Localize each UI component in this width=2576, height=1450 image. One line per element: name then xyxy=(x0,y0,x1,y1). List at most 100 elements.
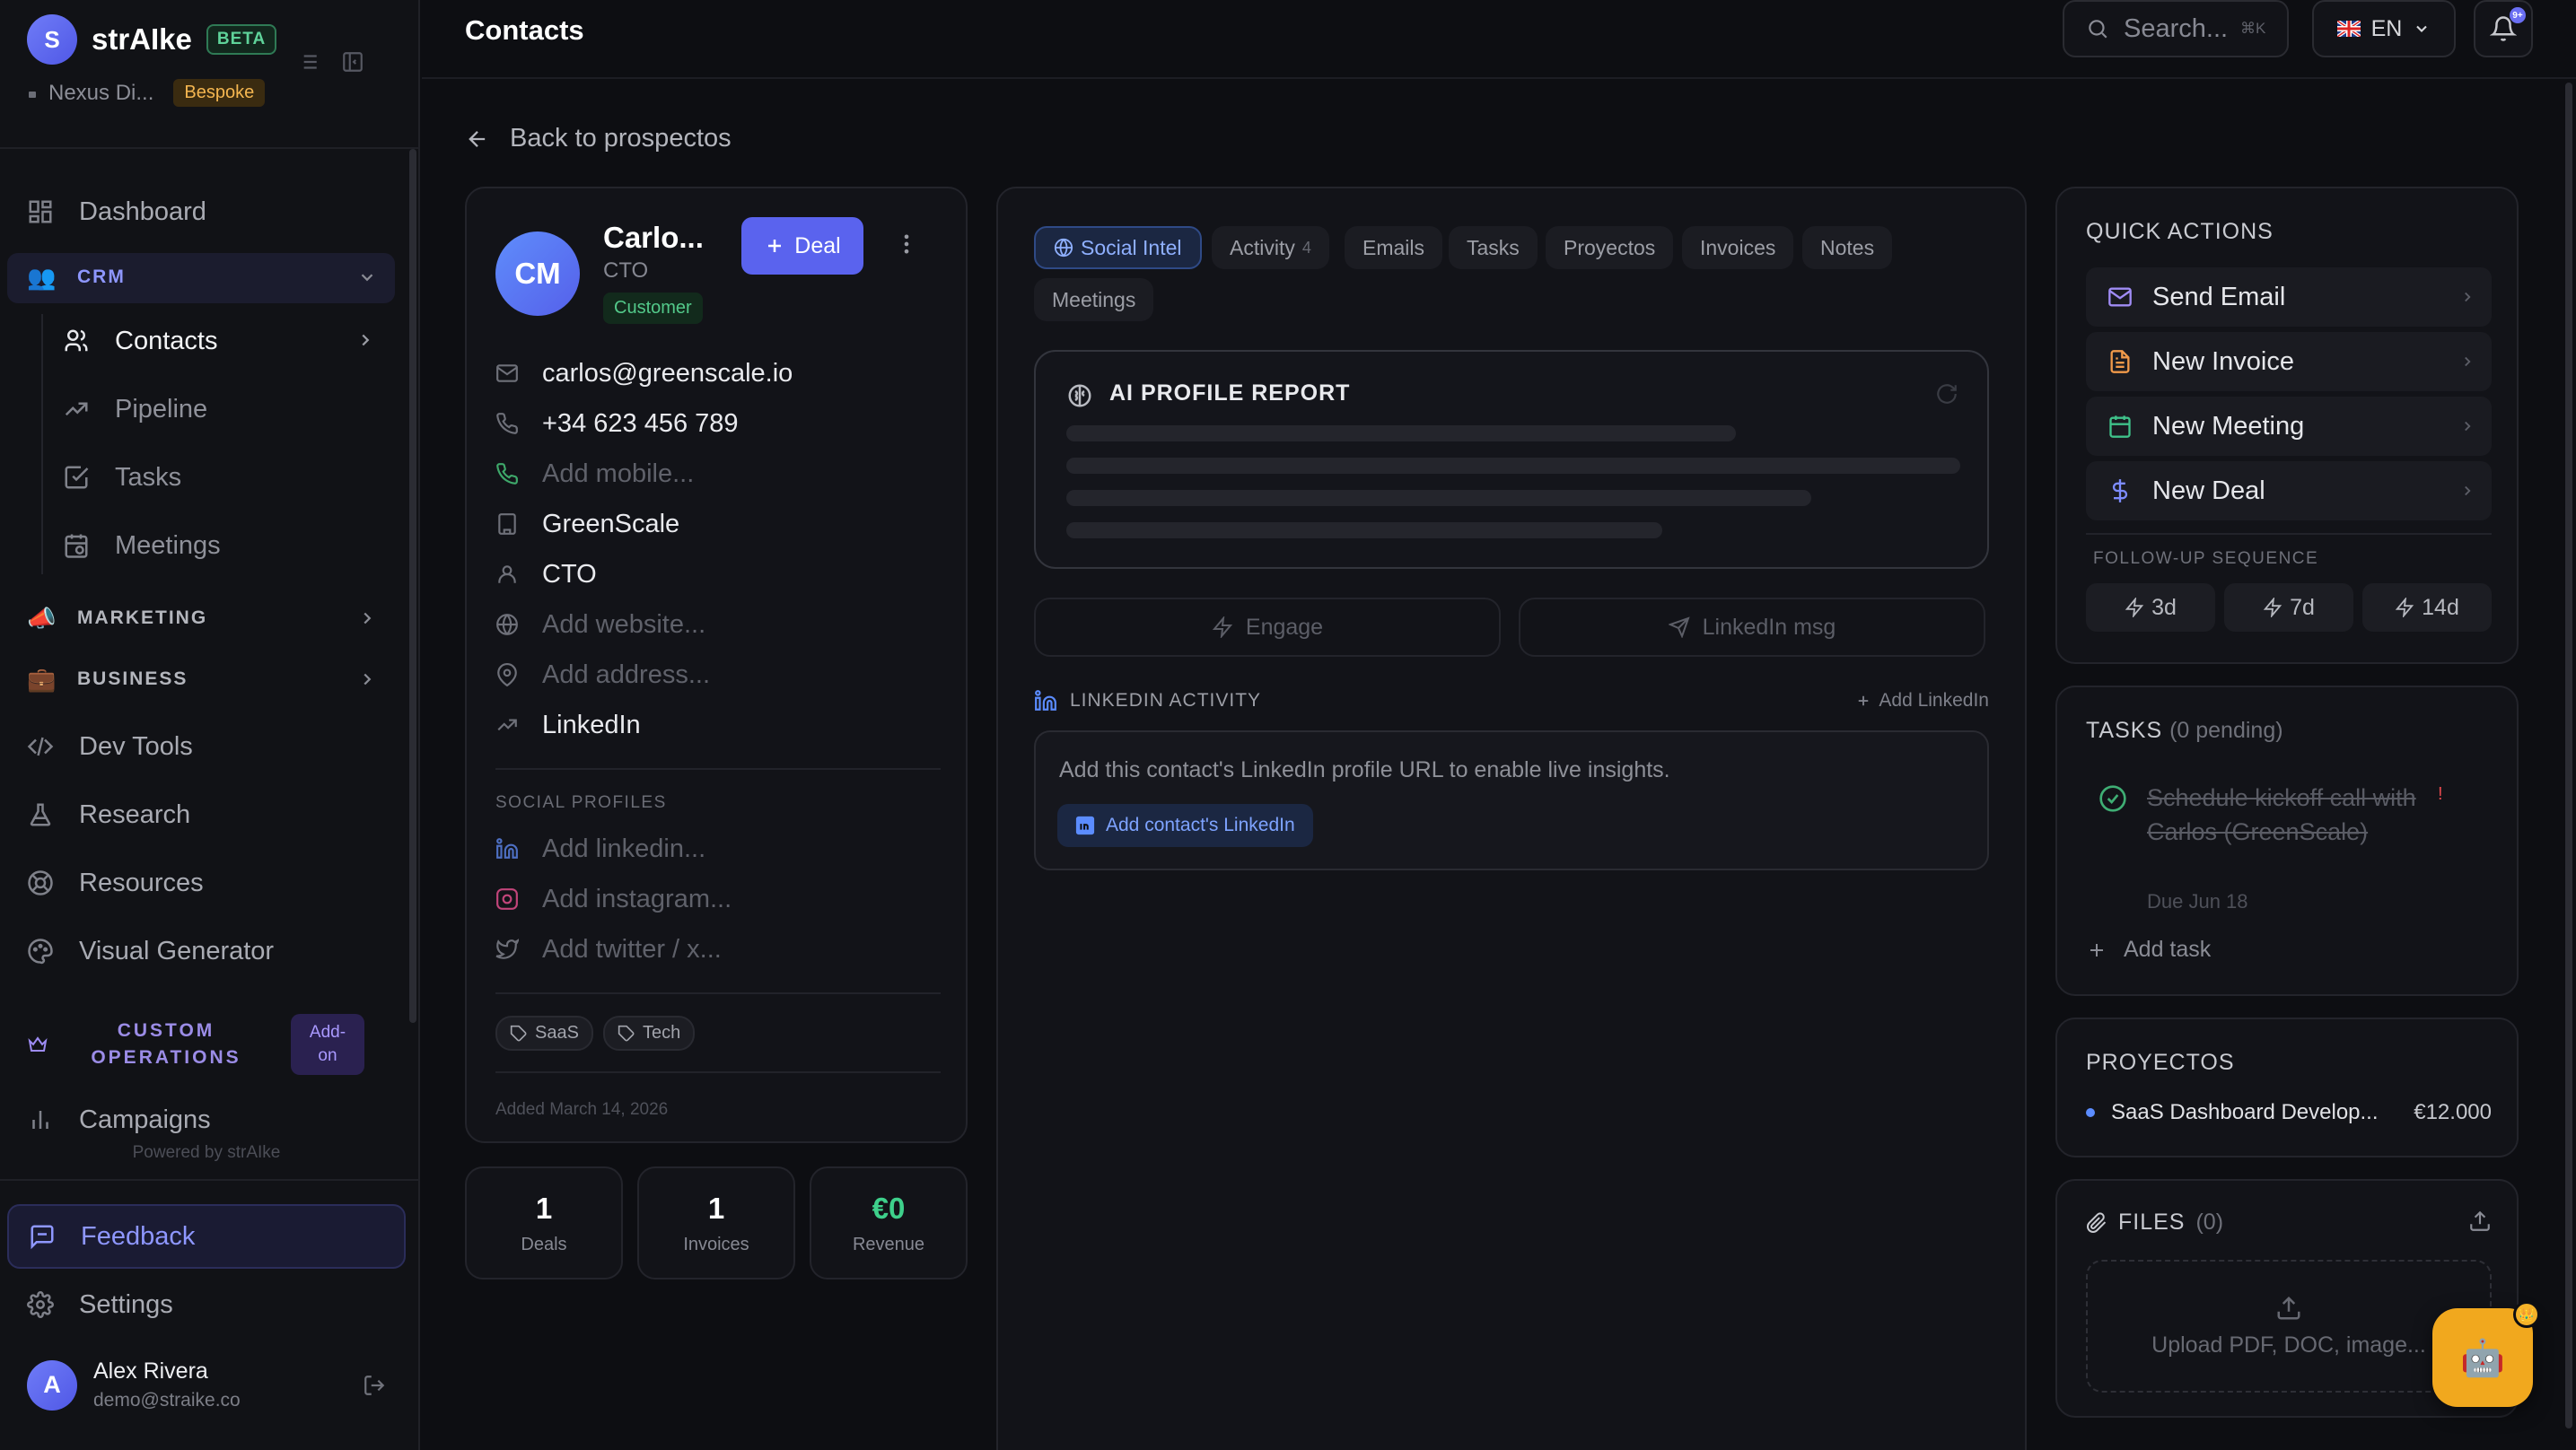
new-deal-action[interactable]: New Deal xyxy=(2086,461,2492,520)
engage-button[interactable]: Engage xyxy=(1034,598,1501,657)
task-item[interactable]: Schedule kickoff call with Carlos (Green… xyxy=(2147,781,2443,849)
files-title-label: FILES xyxy=(2118,1210,2186,1235)
field-title[interactable]: CTO xyxy=(495,556,597,592)
tab-notes[interactable]: Notes xyxy=(1802,226,1893,269)
nav-visual-generator-label: Visual Generator xyxy=(79,936,275,965)
tab-activity[interactable]: Activity 4 xyxy=(1212,226,1329,269)
add-task-button[interactable]: Add task xyxy=(2086,937,2211,963)
stat-deals[interactable]: 1 Deals xyxy=(465,1166,623,1280)
nav-settings[interactable]: Settings xyxy=(27,1278,173,1332)
tab-emails[interactable]: Emails xyxy=(1345,226,1443,269)
tab-proyectos[interactable]: Proyectos xyxy=(1546,226,1674,269)
list-icon[interactable] xyxy=(296,50,320,74)
field-social-twitter[interactable]: Add twitter / x... xyxy=(495,931,722,967)
org-switcher[interactable]: Nexus Di... Bespoke xyxy=(27,79,266,107)
tab-invoices[interactable]: Invoices xyxy=(1682,226,1794,269)
collapse-sidebar-icon[interactable] xyxy=(341,50,364,74)
brand[interactable]: S strAIke BETA xyxy=(27,14,277,65)
field-email[interactable]: carlos@greenscale.io xyxy=(495,355,793,391)
nav-pipeline[interactable]: Pipeline xyxy=(63,382,207,436)
new-invoice-action[interactable]: New Invoice xyxy=(2086,332,2492,391)
field-mobile[interactable]: Add mobile... xyxy=(495,456,694,492)
add-linkedin-link[interactable]: Add LinkedIn xyxy=(1855,690,1989,712)
more-options-icon[interactable] xyxy=(894,231,919,257)
nav-crm[interactable]: 👥 CRM xyxy=(27,253,377,301)
followup-14d-button[interactable]: 14d xyxy=(2362,583,2492,632)
tab-tasks[interactable]: Tasks xyxy=(1449,226,1538,269)
field-phone[interactable]: +34 623 456 789 xyxy=(495,406,739,441)
linkedin-msg-label: LinkedIn msg xyxy=(1702,614,1836,640)
tag-tech[interactable]: Tech xyxy=(603,1016,696,1051)
files-count: (0) xyxy=(2195,1210,2224,1235)
stat-revenue[interactable]: €0 Revenue xyxy=(810,1166,968,1280)
field-address[interactable]: Add address... xyxy=(495,657,710,693)
check-circle-icon[interactable] xyxy=(2098,784,2127,813)
search-input[interactable] xyxy=(2124,13,2240,44)
crown-badge-icon: 👑 xyxy=(2513,1301,2540,1328)
back-link[interactable]: Back to prospectos xyxy=(465,124,732,153)
linkedin-msg-button[interactable]: LinkedIn msg xyxy=(1519,598,1985,657)
tab-meetings[interactable]: Meetings xyxy=(1034,278,1154,321)
upload-dropzone[interactable]: Upload PDF, DOC, image... xyxy=(2086,1260,2492,1393)
nav-tasks[interactable]: Tasks xyxy=(63,450,181,504)
tasks-title-label: TASKS xyxy=(2086,718,2163,743)
main-scrollbar[interactable] xyxy=(2565,83,2572,1428)
refresh-icon[interactable] xyxy=(1935,382,1958,406)
add-contact-linkedin-label: Add contact's LinkedIn xyxy=(1106,815,1295,835)
paperclip-icon xyxy=(2086,1211,2107,1234)
addon-line1: Add- xyxy=(309,1023,346,1042)
chevron-right-icon xyxy=(357,608,377,628)
phone-icon xyxy=(495,412,522,435)
address-placeholder: Add address... xyxy=(542,659,710,689)
nav-marketing[interactable]: 📣 MARKETING xyxy=(27,594,377,642)
add-deal-button[interactable]: Deal xyxy=(741,217,863,275)
stat-value: 1 xyxy=(535,1192,553,1225)
nav-meetings[interactable]: Meetings xyxy=(63,519,221,572)
stat-invoices[interactable]: 1 Invoices xyxy=(637,1166,795,1280)
followup-3d-button[interactable]: 3d xyxy=(2086,583,2215,632)
nav-feedback[interactable]: Feedback xyxy=(7,1204,406,1269)
mail-icon xyxy=(2107,284,2134,310)
sidebar: S strAIke BETA Nexus Di... Bespoke Dashb… xyxy=(0,0,420,1450)
nav-business-label: BUSINESS xyxy=(77,668,188,689)
followup-7d-button[interactable]: 7d xyxy=(2224,583,2353,632)
upload-icon[interactable] xyxy=(2468,1210,2492,1233)
tab-label: Activity xyxy=(1230,235,1295,259)
nav-research[interactable]: Research xyxy=(27,788,190,842)
search-box[interactable]: ⌘K xyxy=(2063,0,2289,57)
add-contact-linkedin-button[interactable]: Add contact's LinkedIn xyxy=(1057,804,1313,847)
bar-chart-icon xyxy=(27,1106,57,1133)
field-website[interactable]: Add website... xyxy=(495,607,705,642)
brain-icon xyxy=(1066,382,1093,409)
user-profile[interactable]: A Alex Rivera demo@straike.co xyxy=(27,1358,386,1411)
assistant-fab-button[interactable]: 🤖 👑 xyxy=(2432,1301,2540,1407)
logout-icon[interactable] xyxy=(363,1374,386,1397)
tab-social-intel[interactable]: Social Intel xyxy=(1034,226,1202,269)
field-social-linkedin[interactable]: Add linkedin... xyxy=(495,831,705,867)
crm-emoji-icon: 👥 xyxy=(27,263,58,291)
flask-icon xyxy=(27,801,57,828)
tag-saas[interactable]: SaaS xyxy=(495,1016,593,1051)
notifications-button[interactable]: 9+ xyxy=(2474,0,2533,57)
nav-resources[interactable]: Resources xyxy=(27,856,204,910)
nav-visual-generator[interactable]: Visual Generator xyxy=(27,924,274,978)
addon-badge: Add- on xyxy=(291,1014,364,1075)
nav-research-label: Research xyxy=(79,799,191,829)
nav-business[interactable]: 💼 BUSINESS xyxy=(27,655,377,703)
project-row[interactable]: SaaS Dashboard Develop... €12.000 xyxy=(2086,1100,2492,1125)
nav-campaigns[interactable]: Campaigns xyxy=(27,1093,211,1147)
language-selector[interactable]: EN xyxy=(2312,0,2456,57)
map-pin-icon xyxy=(495,663,522,686)
field-company[interactable]: GreenScale xyxy=(495,506,679,542)
nav-dashboard[interactable]: Dashboard xyxy=(27,185,206,239)
nav-dev-tools[interactable]: Dev Tools xyxy=(27,720,193,773)
field-linkedin-link[interactable]: LinkedIn xyxy=(495,707,641,743)
field-social-instagram[interactable]: Add instagram... xyxy=(495,881,732,917)
nav-contacts[interactable]: Contacts xyxy=(63,314,217,368)
new-meeting-action[interactable]: New Meeting xyxy=(2086,397,2492,456)
send-email-action[interactable]: Send Email xyxy=(2086,267,2492,327)
tag-icon xyxy=(510,1025,528,1043)
sidebar-scrollbar[interactable] xyxy=(409,149,416,1023)
nav-custom-operations[interactable]: CUSTOM OPERATIONS Add- on xyxy=(27,1014,386,1075)
files-title: FILES (0) xyxy=(2086,1210,2223,1236)
